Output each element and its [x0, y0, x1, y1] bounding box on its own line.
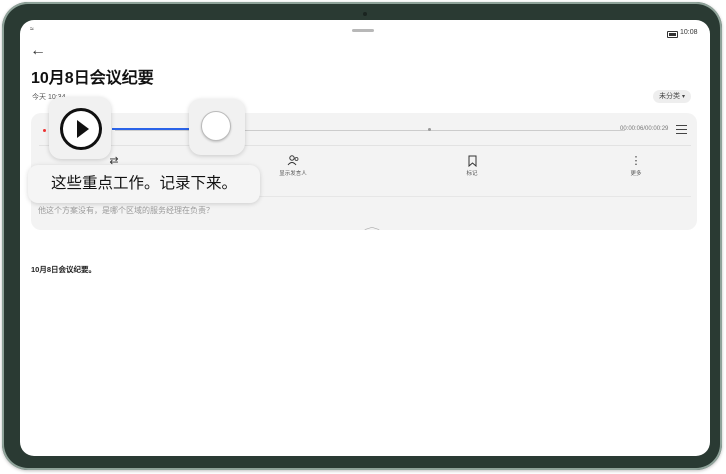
status-bar: ≈ 10:08 [20, 20, 710, 42]
category-dropdown[interactable]: 未分类 ▾ [653, 90, 692, 103]
progress-thumb[interactable] [201, 111, 231, 141]
tool-bookmark[interactable]: 标记 [442, 155, 502, 177]
notch-handle [352, 29, 374, 32]
speaker-icon [263, 155, 323, 169]
list-icon[interactable] [676, 125, 687, 134]
tool-more[interactable]: ⋮ 更多 [606, 155, 666, 177]
status-time: 10:08 [680, 29, 698, 36]
play-icon [60, 108, 102, 150]
tool-show-speaker[interactable]: 显示发言人 [263, 155, 323, 177]
collapse-chevron-icon[interactable]: ︿ [364, 221, 380, 232]
front-camera [363, 12, 367, 16]
playback-time: 00:00:06/00:00:29 [620, 126, 669, 132]
tool-label: 更多 [630, 171, 642, 177]
note-body: 10月8日会议纪要。 [31, 265, 97, 274]
progress-marker [428, 128, 431, 131]
recording-indicator [43, 129, 46, 132]
page-title: 10月8日会议纪要 [31, 70, 154, 87]
transcript-text: 他这个方案没有，是哪个区域的服务经理在负责？ [38, 206, 214, 215]
progress-thumb-highlight[interactable] [189, 99, 245, 155]
caption-bubble: 这些重点工作。记录下来。 [28, 165, 260, 203]
chevron-down-icon: ▾ [682, 94, 686, 100]
wifi-icon: ≈ [30, 26, 34, 33]
category-label: 未分类 [659, 93, 680, 100]
bookmark-icon [442, 155, 502, 169]
back-arrow-icon[interactable]: ← [30, 42, 50, 60]
tool-label: 显示发言人 [279, 171, 307, 177]
tablet-frame: ≈ 10:08 ← 10月8日会议纪要 今天 10:34 未分类 ▾ 00:00:… [2, 2, 722, 470]
tool-label: 标记 [466, 171, 478, 177]
play-button[interactable] [49, 97, 111, 159]
battery-icon [667, 31, 678, 38]
app-screen: ≈ 10:08 ← 10月8日会议纪要 今天 10:34 未分类 ▾ 00:00:… [20, 20, 710, 456]
divider [39, 145, 691, 146]
more-icon: ⋮ [630, 155, 642, 167]
